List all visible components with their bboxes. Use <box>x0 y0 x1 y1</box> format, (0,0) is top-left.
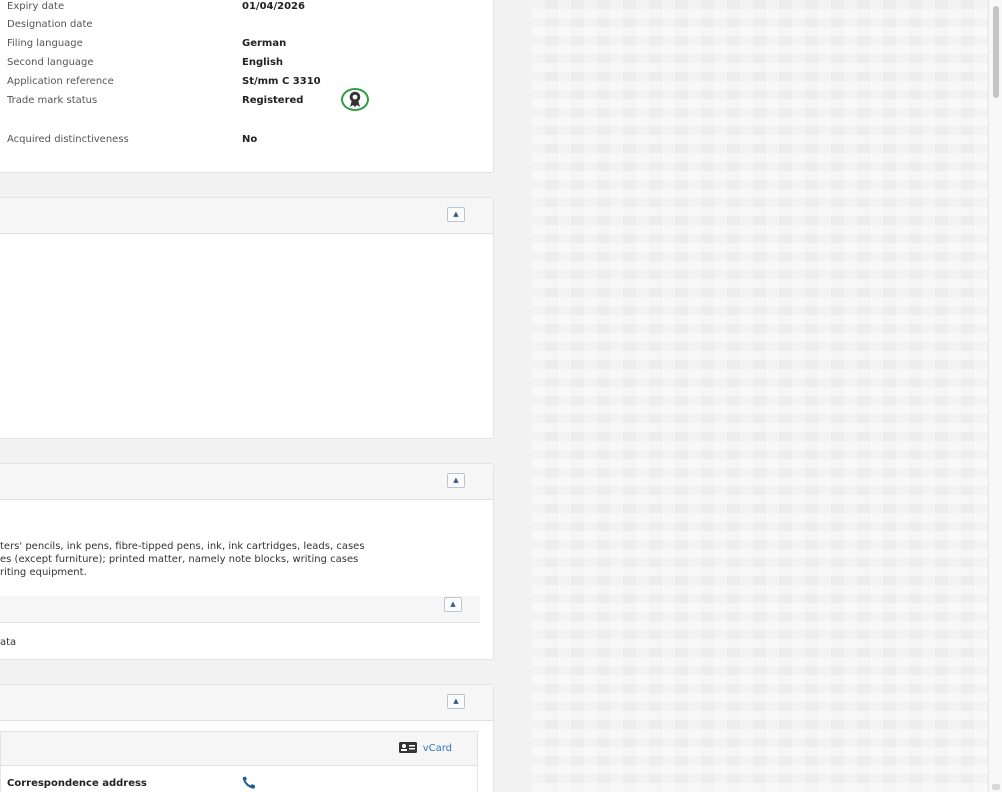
detail-row-trade-mark-status: Trade mark status Registered <box>7 88 493 111</box>
section-header: ▲ <box>0 685 493 721</box>
collapse-button[interactable]: ▲ <box>447 694 465 709</box>
detail-row-acquired-distinctiveness: Acquired distinctiveness No <box>7 134 493 150</box>
correspondence-address-label: Correspondence address <box>7 778 147 789</box>
vertical-scrollbar[interactable] <box>988 0 1002 792</box>
collapse-button[interactable]: ▲ <box>447 207 465 222</box>
detail-row-application-reference: Application reference St/mm C 3310 <box>7 76 493 92</box>
vcard-label: vCard <box>422 743 452 754</box>
trade-mark-details-card: Expiry date 01/04/2026 Designation date … <box>0 0 494 173</box>
section-header: ▲ <box>0 198 493 234</box>
detail-row-filing-language: Filing language German <box>7 38 493 54</box>
detail-value: No <box>242 134 258 145</box>
detail-value: 01/04/2026 <box>242 1 305 12</box>
detail-label: Application reference <box>7 76 114 87</box>
goods-line: riting equipment. <box>0 567 87 578</box>
detail-row-second-language: Second language English <box>7 57 493 73</box>
main-content: Expiry date 01/04/2026 Designation date … <box>0 0 532 792</box>
collapsible-section-card: ▲ <box>0 197 494 439</box>
detail-value: German <box>242 38 287 49</box>
detail-label: Acquired distinctiveness <box>7 134 129 145</box>
status-value: Registered <box>242 95 304 106</box>
registered-award-icon[interactable] <box>341 88 369 111</box>
detail-value: English <box>242 57 284 68</box>
detail-label: Second language <box>7 57 94 68</box>
subsection-header: ▲ <box>0 596 480 623</box>
detail-label: Filing language <box>7 38 83 49</box>
detail-label: Designation date <box>7 19 93 30</box>
detail-value: St/mm C 3310 <box>242 76 321 87</box>
collapse-button[interactable]: ▲ <box>444 597 462 612</box>
detail-label: Trade mark status <box>7 95 98 106</box>
representative-box-header: vCard <box>1 732 477 766</box>
goods-line: es (except furniture); printed matter, n… <box>0 554 359 565</box>
vcard-link[interactable]: vCard <box>398 742 452 756</box>
section-header: ▲ <box>0 464 493 500</box>
detail-label: Expiry date <box>7 1 65 12</box>
phone-icon[interactable] <box>242 776 256 792</box>
scroll-down-arrow[interactable] <box>992 784 1000 790</box>
goods-line: ters' pencils, ink pens, fibre-tipped pe… <box>0 541 365 552</box>
no-data-text: ata <box>0 637 17 648</box>
scrollbar-thumb[interactable] <box>993 6 999 98</box>
detail-row-designation-date: Designation date <box>7 19 493 35</box>
collapse-button[interactable]: ▲ <box>447 473 465 488</box>
vcard-icon <box>398 742 417 756</box>
right-panel-background <box>532 0 988 792</box>
goods-description: ters' pencils, ink pens, fibre-tipped pe… <box>0 540 470 579</box>
detail-row-expiry-date: Expiry date 01/04/2026 <box>7 1 493 17</box>
